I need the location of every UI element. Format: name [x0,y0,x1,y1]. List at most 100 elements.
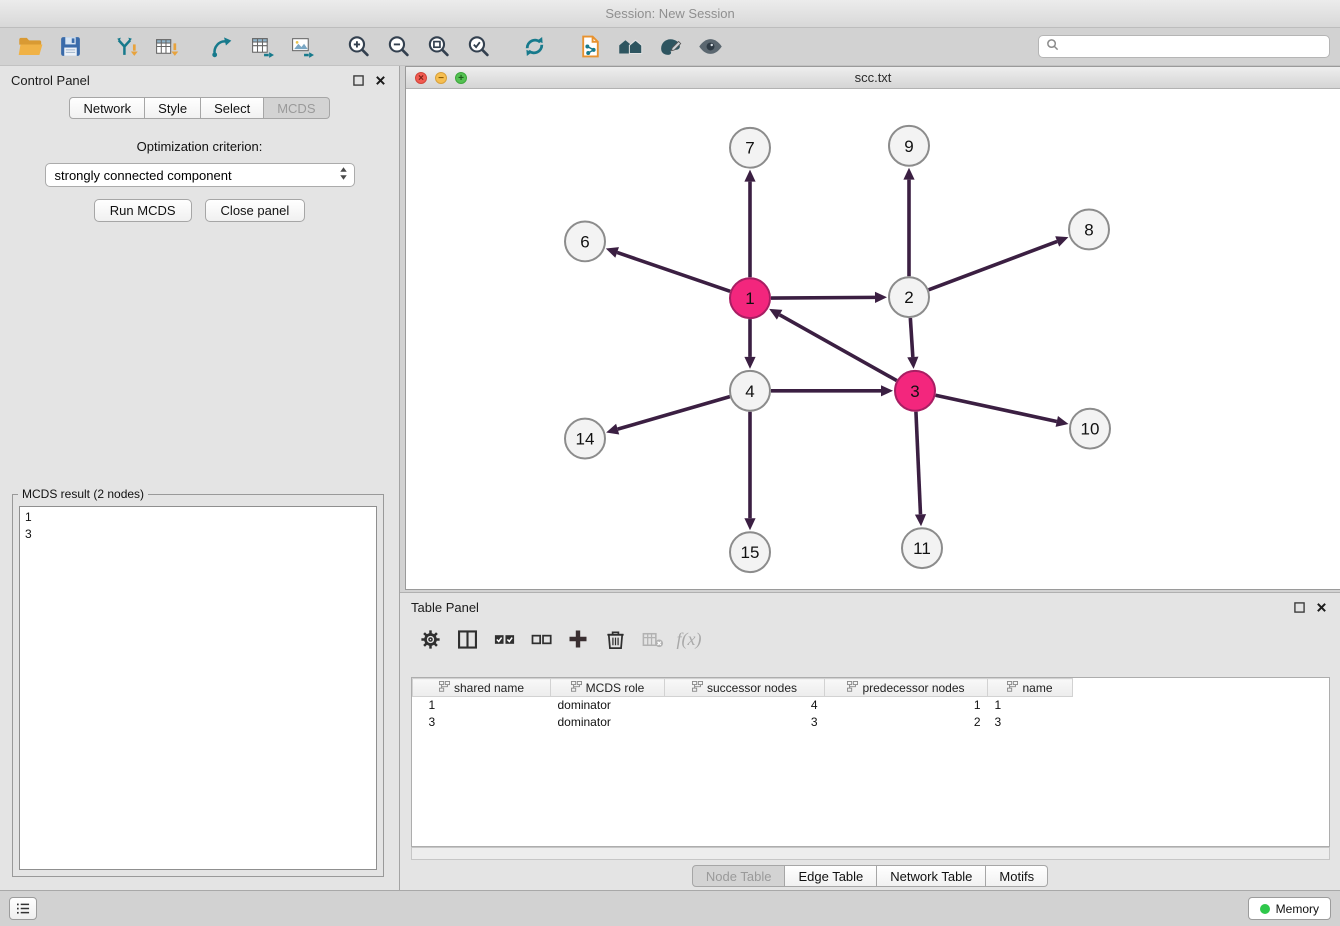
optimization-value: strongly connected component [55,168,339,183]
graph-node-1[interactable]: 1 [730,278,770,318]
svg-text:9: 9 [904,137,913,156]
toolbar-group-gap [186,34,202,60]
zoom-out-icon[interactable] [378,31,418,63]
titlebar[interactable]: Session: New Session [0,0,1340,28]
combo-stepper-icon [339,166,348,184]
graph-edge-1-6[interactable] [606,247,730,291]
tab-select[interactable]: Select [201,97,264,119]
graph-node-14[interactable]: 14 [565,419,605,459]
column-header-predecessor-nodes[interactable]: predecessor nodes [825,679,988,697]
float-table-panel-icon[interactable] [1292,600,1307,615]
column-header-successor-nodes[interactable]: successor nodes [665,679,825,697]
optimization-select[interactable]: strongly connected component [45,163,355,187]
table-cell[interactable]: dominator [551,714,665,731]
graph-node-3[interactable]: 3 [895,371,935,411]
export-network-icon[interactable] [202,31,242,63]
deselect-all-checkbox-icon[interactable] [526,625,556,653]
ui-settings-menu-icon[interactable] [9,897,37,920]
tab-edge-table[interactable]: Edge Table [785,865,877,887]
graph-node-4[interactable]: 4 [730,371,770,411]
delete-table-icon [637,625,667,653]
graph-edge-4-15[interactable] [744,412,755,531]
graph-node-2[interactable]: 2 [889,277,929,317]
run-mcds-button[interactable]: Run MCDS [94,199,192,222]
table-cell[interactable]: dominator [551,697,665,714]
graph-node-8[interactable]: 8 [1069,210,1109,250]
graph-edge-4-3[interactable] [771,385,893,396]
columns-icon[interactable] [452,625,482,653]
graph-edge-2-3[interactable] [907,318,918,369]
table-cell[interactable]: 1 [825,697,988,714]
table-cell[interactable]: 3 [988,714,1073,731]
table-cell[interactable]: 3 [413,714,551,731]
zoom-in-icon[interactable] [338,31,378,63]
tab-motifs[interactable]: Motifs [986,865,1048,887]
graph-edge-4-14[interactable] [606,397,730,435]
save-session-icon[interactable] [50,31,90,63]
graph-node-15[interactable]: 15 [730,532,770,572]
main-toolbar [0,28,1340,66]
close-table-panel-icon[interactable] [1314,600,1329,615]
window-title: Session: New Session [605,6,734,21]
memory-button[interactable]: Memory [1248,897,1331,920]
search-box[interactable] [1038,35,1330,58]
minimize-window-icon[interactable]: − [435,72,447,84]
close-panel-icon[interactable] [373,73,388,88]
close-panel-button[interactable]: Close panel [205,199,306,222]
graph-edge-1-7[interactable] [744,170,755,278]
graph-node-11[interactable]: 11 [902,528,942,568]
graph-edge-1-4[interactable] [744,319,755,369]
graph-node-10[interactable]: 10 [1070,409,1110,449]
graph-node-7[interactable]: 7 [730,128,770,168]
network-canvas[interactable]: 7 9 6 8 1 2 4 3 14 10 15 11 [406,90,1340,589]
table-row[interactable]: 3dominator323 [413,714,1073,731]
annotations-icon[interactable] [650,31,690,63]
table-cell[interactable]: 2 [825,714,988,731]
tab-mcds[interactable]: MCDS [264,97,329,119]
zoom-fit-icon[interactable] [418,31,458,63]
first-neighbors-icon[interactable] [610,31,650,63]
refresh-icon[interactable] [514,31,554,63]
table-horizontal-scrollbar[interactable] [411,847,1330,860]
graph-edge-3-10[interactable] [936,395,1069,427]
close-window-icon[interactable]: × [415,72,427,84]
table-cell[interactable]: 1 [988,697,1073,714]
network-file-icon[interactable] [570,31,610,63]
delete-rows-icon[interactable] [600,625,630,653]
table-cell[interactable]: 1 [413,697,551,714]
select-all-checkbox-icon[interactable] [489,625,519,653]
graph-edge-3-1[interactable] [769,309,897,381]
toolbar-group-gap [90,34,106,60]
gear-icon[interactable] [415,625,445,653]
tab-network[interactable]: Network [69,97,145,119]
float-panel-icon[interactable] [351,73,366,88]
import-network-icon[interactable] [106,31,146,63]
table-cell[interactable]: 3 [665,714,825,731]
export-table-icon[interactable] [242,31,282,63]
graph-edge-2-8[interactable] [929,236,1069,290]
table-panel-title: Table Panel [411,600,479,615]
search-input[interactable] [1064,40,1322,54]
import-table-icon[interactable] [146,31,186,63]
column-header-mcds-role[interactable]: MCDS role [551,679,665,697]
open-session-icon[interactable] [10,31,50,63]
tab-node-table[interactable]: Node Table [692,865,786,887]
maximize-window-icon[interactable]: + [455,72,467,84]
column-header-shared-name[interactable]: shared name [413,679,551,697]
add-column-icon[interactable] [563,625,593,653]
export-image-icon[interactable] [282,31,322,63]
show-hide-icon[interactable] [690,31,730,63]
graph-edge-2-9[interactable] [903,168,914,277]
tab-network-table[interactable]: Network Table [877,865,986,887]
tab-style[interactable]: Style [145,97,201,119]
table-cell[interactable]: 4 [665,697,825,714]
graph-edge-3-11[interactable] [915,412,926,527]
graph-edge-1-2[interactable] [771,292,887,303]
graph-node-6[interactable]: 6 [565,221,605,261]
graph-node-9[interactable]: 9 [889,126,929,166]
mcds-result-text: 1 3 [19,506,377,870]
network-window-titlebar[interactable]: × − + scc.txt [406,67,1340,89]
column-header-name[interactable]: name [988,679,1073,697]
zoom-selected-icon[interactable] [458,31,498,63]
table-row[interactable]: 1dominator411 [413,697,1073,714]
